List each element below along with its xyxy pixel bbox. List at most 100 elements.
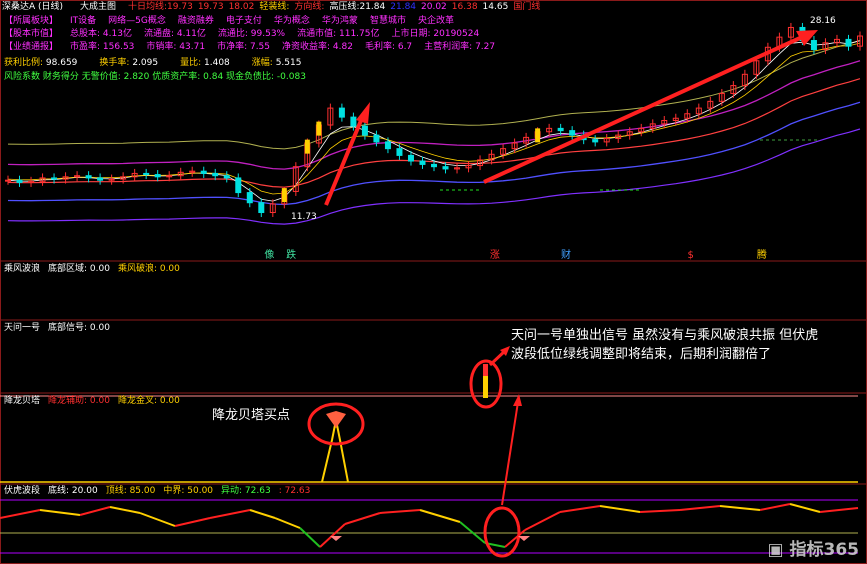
info-item: 华为鸿蒙 [321,16,358,26]
candle-body [407,154,414,162]
tianwen-signal-red [483,364,488,376]
panel-label-item: 底线: 20.00 [48,486,98,496]
fuhu-segment [274,517,301,529]
panel-label-item: 异动: 72.63 [221,486,271,496]
candle-body [338,107,345,118]
template-name[interactable]: 大成主图 [80,1,116,13]
candle-body [143,172,150,176]
chart-canvas [0,0,867,564]
fuhu-buy-1 [330,536,342,541]
fuhu-segment [789,503,821,513]
stat-item: 量比: 1.408 [180,58,230,68]
info-item: 总股本: 4.13亿 [70,29,132,39]
stats-row: 获利比例: 98.659 换手率: 2.095 量比: 1.408 涨幅: 5.515 [4,57,323,69]
info-item: 上市日期: 20190524 [391,29,480,39]
info-item: 【股本市值】 [4,29,59,39]
info-item: 流通比: 99.53% [217,29,286,39]
info-item: 市盈率: 156.53 [70,42,135,52]
info-item: 【所属板块】 [4,16,59,26]
fuhu-segment [0,509,41,519]
stat-item: 涨幅: 5.515 [251,58,302,68]
high-price-label: 28.16 [810,16,836,26]
candle-body [569,130,576,136]
signal-bar [535,128,541,143]
signal-bar [316,121,322,136]
info-item: 【业绩通报】 [4,42,59,52]
fuhu-segment [524,511,561,531]
info-item: 毛利率: 6.7 [364,42,413,52]
header-field: 21.84 [390,2,417,12]
fuhu-segment [344,512,381,525]
candle-body [16,179,23,183]
indicator-values: 十日均线:19.73 19.73 18.02 轻装线: 方向线: 高压线:21.84 21.… [128,1,545,13]
fuhu-segment [599,505,641,513]
panel-label: 伏虎波段 底线: 20.00 顶线: 85.00 中界: 50.00 异动: 72.63… [4,485,318,497]
fuhu-segment [299,527,321,548]
candle-body [396,148,403,156]
signal-bar [304,139,310,154]
candle-body [350,116,357,127]
candle-body [223,175,230,179]
header-field: 轻装线: [259,2,290,12]
header-field: 14.65 [482,2,509,12]
info-item: 流通市值: 111.75亿 [297,29,380,39]
candle-body [373,134,380,143]
event-marker: 腾 [756,250,767,261]
arrow-1-line [324,117,364,206]
fuhu-segment [419,509,461,523]
panel-label-item: 底部信号: 0.00 [48,323,110,333]
arrow-2-line [483,36,801,184]
fuhu-segment [759,503,791,511]
stat-item: 获利比例: 98.659 [4,58,78,68]
info-row: 【股本市值】 总股本: 4.13亿 流通盘: 4.11亿 流通比: 99.53% 流通市… [4,28,491,40]
info-item: 央企改革 [417,16,454,26]
panel-label: 降龙贝塔 降龙辅助: 0.00 降龙金叉: 0.00 [4,395,188,407]
header-field: 高压线:21.84 [329,2,386,12]
fuhu-segment [209,509,251,519]
header-field: 十日均线:19.73 [128,2,193,12]
panel-label-item: 降龙辅助: 0.00 [48,396,110,406]
fuhu-segment [139,512,176,527]
info-item: 流通盘: 4.11亿 [143,29,206,39]
panel-label-item: 降龙贝塔 [4,396,41,406]
panel-label-item: 底部区域: 0.00 [48,264,110,274]
xianglong-spike [321,419,349,483]
xianglong-annotation: 降龙贝塔买点 [212,408,291,423]
candle-body [200,170,207,174]
info-item: 华为概念 [273,16,310,26]
candle-body [212,172,219,177]
candle-body [431,163,437,168]
candle-body [51,177,58,180]
stat-item: 换手率: 2.095 [99,58,159,68]
arrow-1-head [356,102,370,124]
candle-body [845,38,852,47]
fuhu-segment [79,506,111,516]
info-item: 融资融券 [177,16,214,26]
candle-body [5,179,11,182]
candle-body [235,177,242,194]
info-item: 市净率: 7.55 [217,42,271,52]
info-item: 智慧城市 [369,16,406,26]
fuhu-segment [819,507,859,513]
window-border [0,0,867,564]
watermark: ▣ 指标365 [768,535,859,560]
candle-body [246,192,253,204]
event-marker: 像 [264,250,275,261]
info-item: 市销率: 43.71 [146,42,206,52]
tianwen-annotation: 天问一号单独出信号 虽然没有与乘风破浪共振 但伏虎波段低位绿线调整即将结束，后期… [511,328,819,362]
header-field: 方向线: [294,2,325,12]
xianglong-marker [326,411,346,428]
stock-title: 深桑达A (日线) [2,2,64,12]
candle-body [592,139,599,143]
fuhu-segment [679,505,721,511]
header-field: 19.73 [197,2,224,12]
event-marker: 跌 [286,250,297,261]
header-field: 20.02 [421,2,447,12]
candle-body [154,174,161,178]
fuhu-segment [174,517,211,527]
candle-body [384,141,391,150]
header-field: 16.38 [451,2,478,12]
fuhu-segment [109,506,141,514]
candle-body [85,175,92,179]
candle-body [361,125,368,136]
